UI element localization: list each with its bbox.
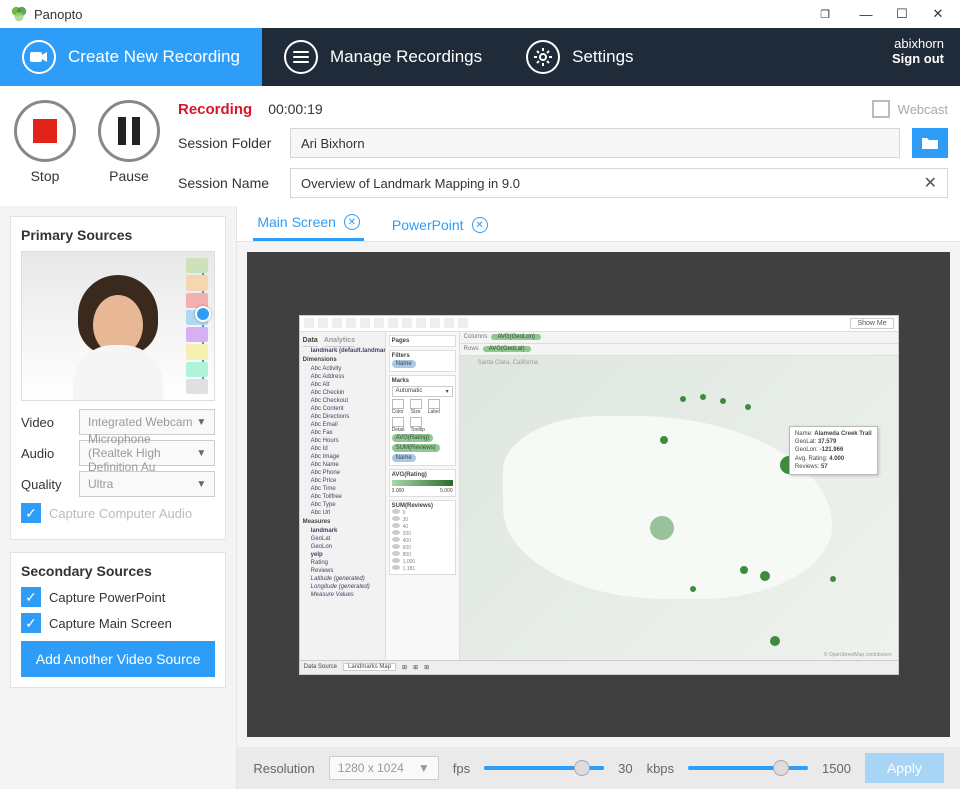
preview-tabs: Main Screen ✕ PowerPoint ✕ [237,206,960,242]
tableau-data-pane: DataAnalytics landmark (default.landmark… [300,332,386,660]
nav-label: Settings [572,47,633,67]
folder-label: Session Folder [178,135,278,151]
capture-powerpoint-checkbox[interactable]: ✓ Capture PowerPoint [21,587,215,607]
webcast-label: Webcast [898,102,948,117]
nav-create-recording[interactable]: Create New Recording [0,28,262,86]
session-header: Stop Pause Recording 00:00:19 Webcast Se… [0,86,960,206]
chevron-down-icon: ▼ [418,761,430,775]
fps-value: 30 [618,761,632,776]
camera-icon [22,40,56,74]
audio-source-select[interactable]: Microphone (Realtek High Definition Au▼ [79,440,215,466]
tab-powerpoint[interactable]: PowerPoint ✕ [388,209,492,241]
chevron-down-icon: ▼ [196,448,206,459]
close-tab-icon[interactable]: ✕ [344,214,360,230]
tableau-sheet-tabs: Data Source Landmarks Map ⊞⊞⊞ [300,660,898,674]
show-me-button: Show Me [850,318,893,329]
screen-preview: Show Me DataAnalytics landmark (default.… [247,252,950,737]
chevron-down-icon: ▼ [196,417,206,428]
close-tab-icon[interactable]: ✕ [472,217,488,233]
color-swatches[interactable] [186,258,208,394]
primary-sources-title: Primary Sources [21,227,215,243]
tableau-map-view: ColumnsAVG(GeoLon) RowsAVG(GeoLat) Santa… [460,332,898,660]
recording-timer: 00:00:19 [268,101,323,117]
primary-sources-panel: Primary Sources Video Integrated Webcam▼… [10,216,226,540]
stop-icon [33,119,57,143]
resolution-label: Resolution [253,761,314,776]
session-name-field[interactable]: Overview of Landmark Mapping in 9.0 ✕ [290,168,948,198]
webcam-preview [21,251,215,401]
session-folder-field[interactable]: Ari Bixhorn [290,128,900,158]
quality-label: Quality [21,477,71,492]
add-video-source-button[interactable]: Add Another Video Source [21,641,215,677]
nav-label: Create New Recording [68,47,240,67]
checkbox-icon [872,100,890,118]
webcast-toggle[interactable]: Webcast [872,100,948,118]
clear-icon[interactable]: ✕ [924,173,937,193]
checkbox-checked-icon: ✓ [21,613,41,633]
tab-main-screen[interactable]: Main Screen ✕ [253,206,364,241]
list-icon [284,40,318,74]
titlebar: Panopto ❐ — ☐ ✕ [0,0,960,28]
tableau-window: Show Me DataAnalytics landmark (default.… [299,315,899,675]
secondary-sources-title: Secondary Sources [21,563,215,579]
stop-button[interactable]: Stop [14,100,76,198]
panopto-logo [10,5,28,23]
nav-settings[interactable]: Settings [504,28,655,86]
name-label: Session Name [178,175,278,191]
close-button[interactable]: ✕ [920,0,956,28]
maximize-button[interactable]: ☐ [884,0,920,28]
gear-icon [526,40,560,74]
account-area: abixhorn Sign out [876,28,960,86]
apply-button[interactable]: Apply [865,753,944,783]
resolution-select[interactable]: 1280 x 1024▼ [329,756,439,780]
checkbox-checked-icon: ✓ [21,503,41,523]
preview-column: Main Screen ✕ PowerPoint ✕ Show Me DataA… [237,206,960,789]
signout-link[interactable]: Sign out [892,51,944,66]
pause-label: Pause [109,168,149,184]
secondary-sources-panel: Secondary Sources ✓ Capture PowerPoint ✓… [10,552,226,688]
kbps-slider[interactable] [688,766,808,770]
username: abixhorn [892,36,944,51]
folder-icon [921,136,939,150]
nav-label: Manage Recordings [330,47,482,67]
preview-slider-thumb[interactable] [195,306,211,322]
tableau-toolbar: Show Me [300,316,898,332]
capture-settings-footer: Resolution 1280 x 1024▼ fps 30 kbps 1500… [237,747,960,789]
minimize-button[interactable]: — [848,0,884,28]
fps-label: fps [453,761,470,776]
capture-main-screen-checkbox[interactable]: ✓ Capture Main Screen [21,613,215,633]
video-label: Video [21,415,71,430]
audio-label: Audio [21,446,71,461]
pause-icon [118,117,140,145]
stop-label: Stop [31,168,60,184]
map-tooltip: Name: Alameda Creek Trail GeoLat: 37.579… [789,426,878,476]
capture-computer-audio-checkbox[interactable]: ✓ Capture Computer Audio [21,503,215,523]
checkbox-checked-icon: ✓ [21,587,41,607]
top-nav: Create New Recording Manage Recordings S… [0,28,960,86]
chevron-down-icon: ▼ [196,479,206,490]
sources-sidebar: Primary Sources Video Integrated Webcam▼… [0,206,237,789]
kbps-value: 1500 [822,761,851,776]
fps-slider[interactable] [484,766,604,770]
pause-button[interactable]: Pause [98,100,160,198]
kbps-label: kbps [647,761,674,776]
quality-select[interactable]: Ultra▼ [79,471,215,497]
nav-manage-recordings[interactable]: Manage Recordings [262,28,504,86]
restore-down-icon[interactable]: ❐ [806,0,842,28]
folder-browse-button[interactable] [912,128,948,158]
tableau-cards: Pages FiltersName Marks Automatic▾ Color… [386,332,460,660]
recording-status: Recording [178,101,252,118]
app-title: Panopto [34,7,82,22]
